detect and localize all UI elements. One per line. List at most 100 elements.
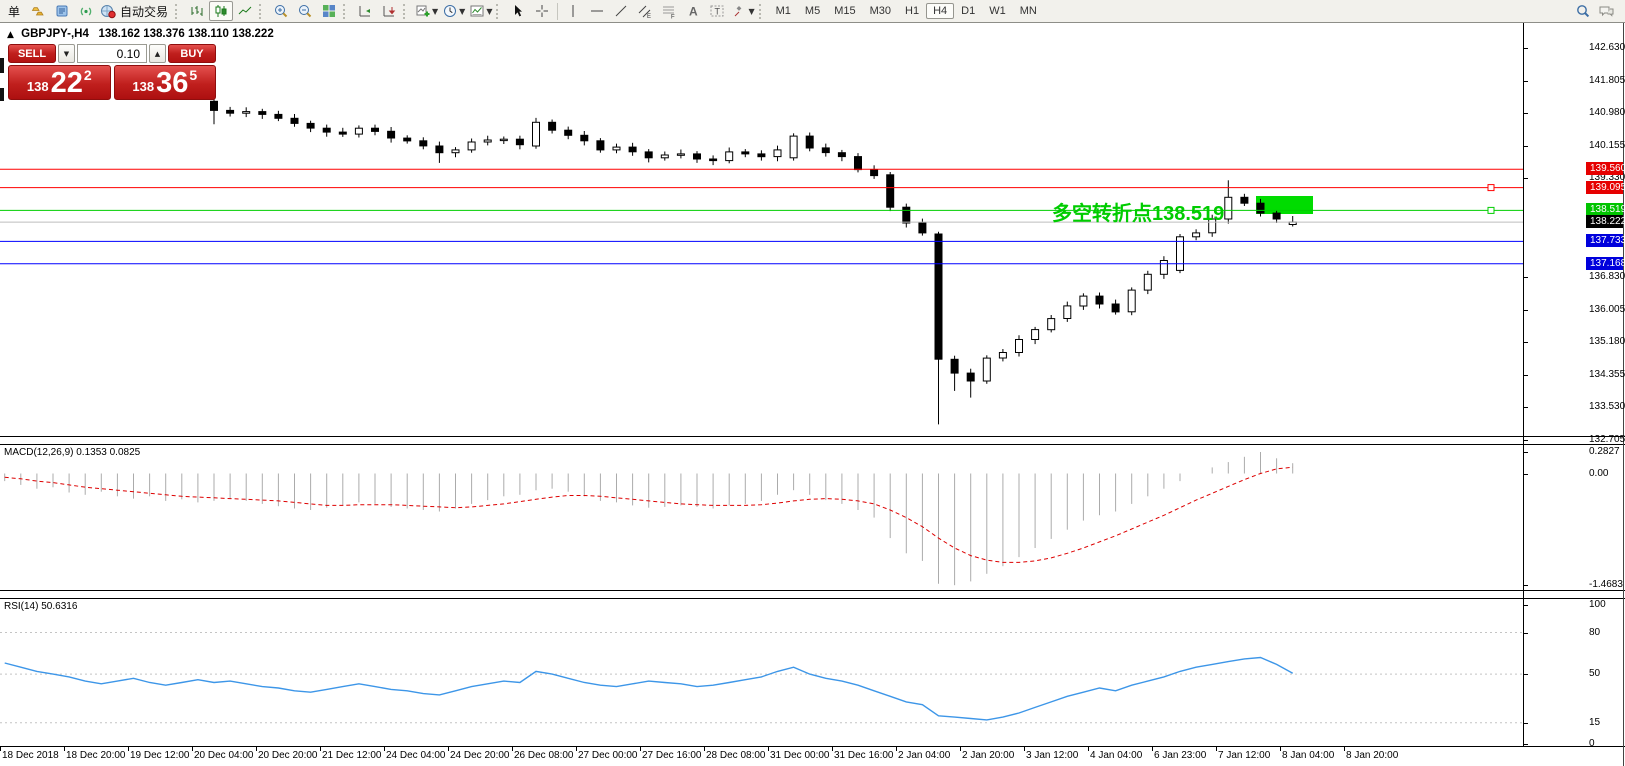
rsi-axis-label: 100	[1589, 599, 1606, 610]
candlestick	[967, 373, 974, 381]
candlestick-mode-button[interactable]	[209, 1, 233, 21]
level-price-label: 137.733	[1586, 234, 1623, 247]
timeframe-m1-button[interactable]: M1	[769, 3, 798, 19]
new-chart-button[interactable]: ▼	[413, 1, 440, 21]
timeframe-h1-button[interactable]: H1	[898, 3, 926, 19]
chevron-down-icon[interactable]: ▼	[432, 7, 438, 16]
line-selection-marker[interactable]	[1488, 185, 1494, 191]
time-axis-tick	[768, 747, 769, 751]
timeframe-mn-button[interactable]: MN	[1013, 3, 1044, 19]
candlestick	[307, 123, 314, 128]
timeframe-d1-button[interactable]: D1	[954, 3, 982, 19]
time-axis-label: 8 Jan 20:00	[1346, 750, 1398, 761]
pane-resize-divider[interactable]	[0, 590, 1625, 599]
chevron-down-icon[interactable]: ▼	[459, 7, 465, 16]
chat-icon[interactable]	[1595, 1, 1619, 21]
bar-chart-mode-button[interactable]	[185, 1, 209, 21]
buy-button[interactable]: BUY	[168, 44, 216, 63]
chevron-down-icon[interactable]: ▼	[486, 7, 492, 16]
collapse-panel-arrow-icon[interactable]: ▲	[7, 30, 14, 40]
text-tool-button[interactable]: A	[681, 1, 705, 21]
volume-decrease-button[interactable]: ▼	[58, 44, 75, 63]
candlestick	[404, 138, 411, 141]
volume-increase-button[interactable]: ▲	[149, 44, 166, 63]
autotrading-label: 自动交易	[117, 3, 171, 20]
price-axis-tick	[1523, 440, 1528, 441]
macd-axis-tick	[1523, 474, 1528, 475]
timeframe-h4-button[interactable]: H4	[926, 3, 954, 19]
candlestick	[1225, 197, 1232, 219]
toolbar-grip	[343, 4, 349, 19]
macd-axis-tick	[1523, 585, 1528, 586]
cursor-tool-button[interactable]	[506, 1, 530, 21]
text-label-tool-button[interactable]: T	[705, 1, 729, 21]
sell-button[interactable]: SELL	[8, 44, 56, 63]
candlestick	[597, 141, 604, 150]
window-edge-artifact	[0, 58, 4, 73]
candlestick	[339, 132, 346, 134]
candlestick	[1048, 319, 1055, 330]
candlestick	[243, 112, 250, 114]
time-axis-tick	[1280, 747, 1281, 751]
time-axis-label: 31 Dec 16:00	[834, 750, 894, 761]
crosshair-tool-button[interactable]	[530, 1, 554, 21]
new-order-button[interactable]: 单	[2, 1, 26, 21]
arrows-tool-button[interactable]: ▼	[729, 1, 756, 21]
search-icon[interactable]	[1571, 1, 1595, 21]
time-axis-label: 21 Dec 12:00	[322, 750, 382, 761]
candlestick	[774, 150, 781, 157]
sell-price-button[interactable]: 138 22 2	[8, 65, 111, 100]
profiles-button[interactable]: ▼	[440, 1, 467, 21]
rsi-axis-label: 0	[1589, 738, 1595, 749]
time-axis-label: 24 Dec 20:00	[450, 750, 510, 761]
buy-price-button[interactable]: 138 36 5	[114, 65, 217, 100]
sell-price-point: 2	[84, 67, 92, 83]
fibonacci-tool-button[interactable]: F	[657, 1, 681, 21]
timeframe-group: M1M5M15M30H1H4D1W1MN	[769, 3, 1044, 19]
news-icon[interactable]	[50, 1, 74, 21]
highlight-rectangle[interactable]	[1256, 196, 1313, 214]
macd-indicator-pane[interactable]	[0, 446, 1523, 590]
price-axis-tick	[1523, 407, 1528, 408]
tile-windows-button[interactable]	[317, 1, 341, 21]
time-axis-label: 7 Jan 12:00	[1218, 750, 1270, 761]
time-axis-tick	[448, 747, 449, 751]
gold-icon[interactable]	[26, 1, 50, 21]
rsi-axis-tick	[1523, 605, 1528, 606]
toolbar-grip	[175, 4, 181, 19]
chevron-down-icon[interactable]: ▼	[748, 7, 754, 16]
volume-input[interactable]: 0.10	[77, 44, 147, 63]
zoom-in-button[interactable]	[269, 1, 293, 21]
chart-shift-button[interactable]	[353, 1, 377, 21]
candlestick	[452, 150, 459, 153]
time-axis-tick	[0, 747, 1, 751]
time-axis-label: 31 Dec 00:00	[770, 750, 830, 761]
channel-tool-button[interactable]: E	[633, 1, 657, 21]
time-axis-tick	[512, 747, 513, 751]
timeframe-m5-button[interactable]: M5	[798, 3, 827, 19]
candlestick	[629, 147, 636, 152]
window-edge-artifact	[0, 88, 4, 101]
auto-scroll-button[interactable]	[377, 1, 401, 21]
templates-button[interactable]: ▼	[467, 1, 494, 21]
candlestick	[806, 136, 813, 148]
rsi-indicator-pane[interactable]	[0, 600, 1523, 746]
zoom-out-button[interactable]	[293, 1, 317, 21]
pane-resize-divider[interactable]	[0, 436, 1625, 445]
price-chart-pane[interactable]: 多空转折点138.519	[0, 23, 1523, 436]
timeframe-m30-button[interactable]: M30	[863, 3, 898, 19]
time-axis-border	[0, 746, 1625, 747]
trendline-tool-button[interactable]	[609, 1, 633, 21]
line-chart-mode-button[interactable]	[233, 1, 257, 21]
timeframe-w1-button[interactable]: W1	[982, 3, 1013, 19]
timeframe-m15-button[interactable]: M15	[827, 3, 862, 19]
horizontal-line-tool-button[interactable]	[585, 1, 609, 21]
autotrading-button[interactable]: 自动交易	[98, 1, 173, 21]
symbol-period-label: GBPJPY-,H4	[21, 28, 89, 40]
candlestick	[388, 131, 395, 138]
signal-icon[interactable]	[74, 1, 98, 21]
vertical-line-tool-button[interactable]	[561, 1, 585, 21]
price-axis-label: 133.530	[1589, 401, 1625, 412]
line-selection-marker[interactable]	[1488, 207, 1494, 213]
time-axis-label: 27 Dec 00:00	[578, 750, 638, 761]
